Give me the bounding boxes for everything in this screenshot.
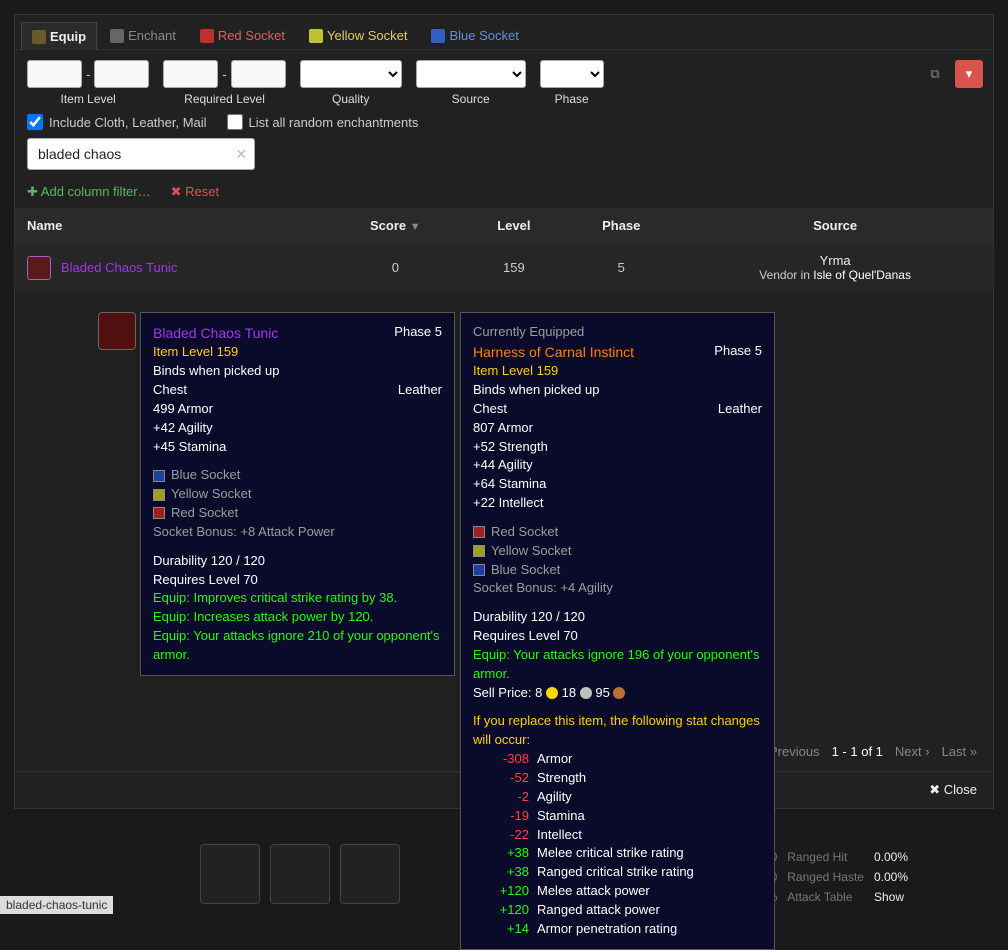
- req-level-max[interactable]: [231, 60, 286, 88]
- col-name[interactable]: Name: [15, 208, 328, 243]
- col-phase[interactable]: Phase: [565, 208, 677, 243]
- blue-socket-icon: [153, 470, 165, 482]
- pager-last[interactable]: Last »: [942, 744, 977, 759]
- item-level-min[interactable]: [27, 60, 82, 88]
- tooltip-item-icon: [98, 312, 136, 350]
- source-vendor: Yrma: [689, 253, 981, 268]
- yellow-socket-icon: [153, 489, 165, 501]
- include-armor-checkbox[interactable]: [27, 114, 43, 130]
- add-column-filter-link[interactable]: ✚ Add column filter…: [27, 184, 151, 200]
- tab-yellow-socket[interactable]: Yellow Socket: [298, 21, 418, 49]
- blue-socket-icon: [473, 564, 485, 576]
- source-label: Source: [452, 92, 490, 106]
- sort-desc-icon: ▼: [410, 221, 421, 233]
- item-level-label: Item Level: [60, 92, 115, 106]
- search-input[interactable]: [27, 138, 255, 170]
- phase-label: Phase: [555, 92, 589, 106]
- pager-next[interactable]: Next ›: [895, 744, 930, 759]
- reset-link[interactable]: ✖ Reset: [171, 184, 219, 200]
- red-socket-icon: [153, 507, 165, 519]
- score-cell: 0: [328, 243, 462, 292]
- gold-icon: [546, 687, 558, 699]
- col-source[interactable]: Source: [677, 208, 993, 243]
- yellow-socket-icon: [473, 545, 485, 557]
- list-enchant-checkbox[interactable]: [227, 114, 243, 130]
- url-hint: bladed-chaos-tunic: [0, 896, 113, 914]
- tab-blue-socket[interactable]: Blue Socket: [420, 21, 529, 49]
- req-level-min[interactable]: [163, 60, 218, 88]
- red-socket-icon: [473, 526, 485, 538]
- copy-icon[interactable]: ⧉: [921, 60, 949, 88]
- item-tooltip: Bladed Chaos TunicPhase 5 Item Level 159…: [140, 312, 455, 676]
- tab-red-socket[interactable]: Red Socket: [189, 21, 296, 49]
- equip-slot[interactable]: [270, 844, 330, 904]
- equip-slot[interactable]: [340, 844, 400, 904]
- pager-current: 1 - 1 of 1: [832, 744, 883, 759]
- req-level-label: Required Level: [184, 92, 265, 106]
- tab-enchant[interactable]: Enchant: [99, 21, 187, 49]
- col-score[interactable]: Score ▼: [328, 208, 462, 243]
- item-level-max[interactable]: [94, 60, 149, 88]
- phase-select[interactable]: [540, 60, 604, 88]
- item-name-link[interactable]: Bladed Chaos Tunic: [61, 260, 177, 275]
- source-select[interactable]: [416, 60, 526, 88]
- filter-icon[interactable]: ▾: [955, 60, 983, 88]
- quality-select[interactable]: [300, 60, 402, 88]
- compare-tooltip: Currently Equipped Harness of Carnal Ins…: [460, 312, 775, 950]
- silver-icon: [580, 687, 592, 699]
- tab-bar: EquipEnchantRed SocketYellow SocketBlue …: [15, 15, 993, 50]
- quality-label: Quality: [332, 92, 369, 106]
- clear-search-icon[interactable]: ✕: [235, 146, 247, 163]
- copper-icon: [613, 687, 625, 699]
- equip-slot[interactable]: [200, 844, 260, 904]
- table-row[interactable]: Bladed Chaos Tunic 0 159 5 Yrma Vendor i…: [15, 243, 993, 292]
- item-icon: [27, 256, 51, 280]
- level-cell: 159: [462, 243, 565, 292]
- col-level[interactable]: Level: [462, 208, 565, 243]
- tab-equip[interactable]: Equip: [21, 22, 97, 50]
- phase-cell: 5: [565, 243, 677, 292]
